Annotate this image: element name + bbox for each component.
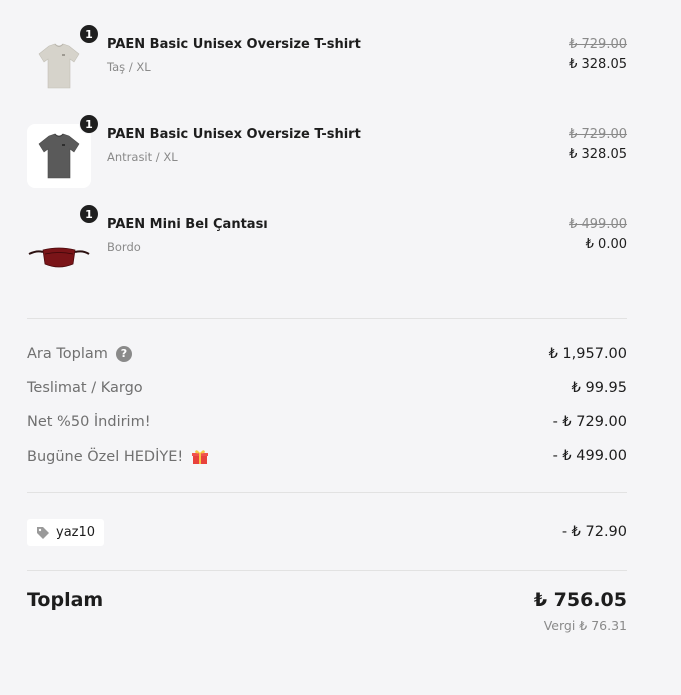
tag-icon <box>37 526 49 539</box>
discount-label: Net %50 İndirim! <box>27 414 151 430</box>
quantity-badge: 1 <box>79 24 99 44</box>
product-image: 1 <box>27 24 99 98</box>
divider <box>27 570 627 571</box>
sale-price: ₺ 328.05 <box>569 147 627 162</box>
product-name: PAEN Basic Unisex Oversize T-shirt <box>107 37 361 52</box>
gift-icon <box>192 450 209 464</box>
product-name: PAEN Mini Bel Çantası <box>107 217 268 232</box>
original-price: ₺ 499.00 <box>569 217 627 232</box>
product-name: PAEN Basic Unisex Oversize T-shirt <box>107 127 361 142</box>
divider <box>27 492 627 493</box>
tshirt-stone-icon <box>38 43 80 89</box>
gift-label: Bugüne Özel HEDİYE! <box>27 449 184 465</box>
quantity-badge: 1 <box>79 204 99 224</box>
product-variant: Antrasit / XL <box>107 150 178 164</box>
coupon-tag: yaz10 <box>27 519 104 546</box>
sale-price: ₺ 0.00 <box>585 237 627 252</box>
original-price: ₺ 729.00 <box>569 127 627 142</box>
gift-row: Bugüne Özel HEDİYE! - ₺ 499.00 <box>27 448 627 470</box>
line-item: 1 PAEN Basic Unisex Oversize T-shirt Taş… <box>27 24 627 98</box>
help-icon[interactable]: ? <box>115 346 132 362</box>
product-variant: Bordo <box>107 240 141 254</box>
quantity-badge: 1 <box>79 114 99 134</box>
subtotal-value: ₺ 1,957.00 <box>548 346 627 362</box>
subtotal-row: Ara Toplam ? ₺ 1,957.00 <box>27 346 627 368</box>
discount-row: Net %50 İndirim! - ₺ 729.00 <box>27 414 627 436</box>
product-image: 1 <box>27 114 99 188</box>
divider <box>27 318 627 319</box>
tax-amount: Vergi ₺ 76.31 <box>543 618 627 633</box>
original-price: ₺ 729.00 <box>569 37 627 52</box>
belt-bag-icon <box>28 247 90 268</box>
coupon-code: yaz10 <box>56 525 96 540</box>
line-item: 1 PAEN Mini Bel Çantası Bordo ₺ 499.00 ₺… <box>27 204 627 278</box>
subtotal-label: Ara Toplam <box>27 346 108 362</box>
coupon-value: - ₺ 72.90 <box>561 524 627 540</box>
total-label: Toplam <box>27 589 104 611</box>
shipping-row: Teslimat / Kargo ₺ 99.95 <box>27 380 627 402</box>
sale-price: ₺ 328.05 <box>569 57 627 72</box>
discount-value: - ₺ 729.00 <box>552 414 627 430</box>
total-value: ₺ 756.05 <box>533 589 627 611</box>
shipping-label: Teslimat / Kargo <box>27 380 143 396</box>
gift-value: - ₺ 499.00 <box>552 448 627 464</box>
tshirt-anthracite-icon <box>38 133 80 179</box>
product-variant: Taş / XL <box>107 60 151 74</box>
product-image: 1 <box>27 204 99 278</box>
line-item: 1 PAEN Basic Unisex Oversize T-shirt Ant… <box>27 114 627 188</box>
shipping-value: ₺ 99.95 <box>571 380 627 396</box>
